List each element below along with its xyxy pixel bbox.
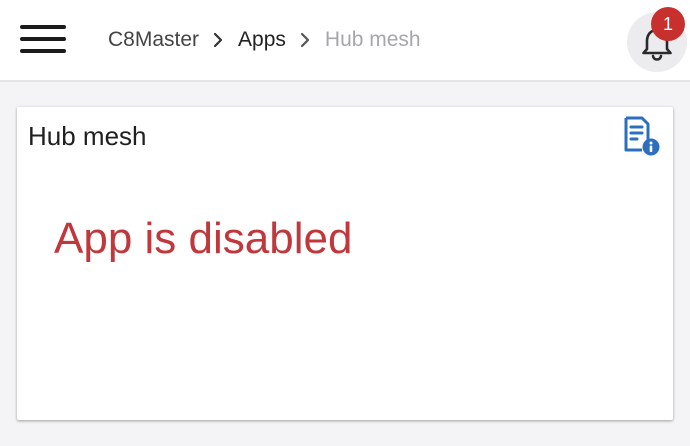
card-title: Hub mesh [28, 121, 147, 151]
breadcrumb: C8Master Apps Hub mesh [108, 26, 421, 54]
breadcrumb-item-root[interactable]: C8Master [108, 28, 199, 52]
app-card: Hub mesh App is disabled [17, 107, 673, 420]
top-app-bar: C8Master Apps Hub mesh [0, 0, 690, 82]
hamburger-menu-icon[interactable] [20, 24, 68, 54]
document-info-icon[interactable] [622, 116, 662, 156]
breadcrumb-item-apps[interactable]: Apps [238, 28, 286, 52]
chevron-right-icon [213, 32, 223, 48]
notification-count-badge: 1 [651, 7, 685, 41]
chevron-right-icon [300, 32, 310, 48]
app-disabled-message: App is disabled [54, 214, 353, 263]
breadcrumb-item-current: Hub mesh [324, 28, 421, 51]
